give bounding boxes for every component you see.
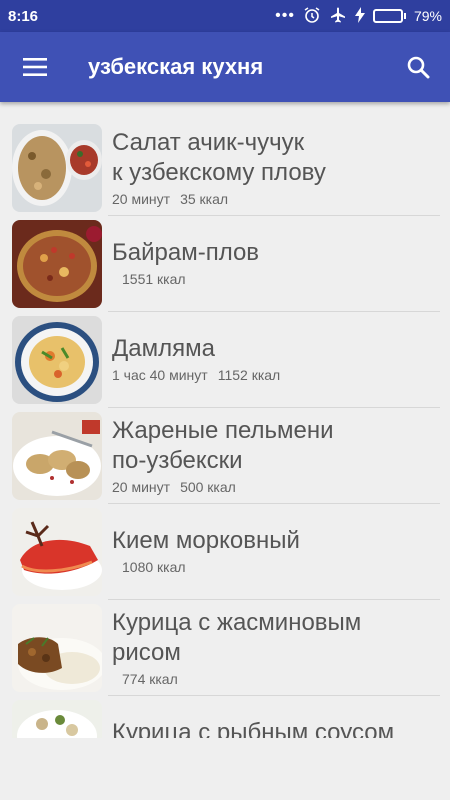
recipe-kcal: 1152 ккал	[217, 367, 281, 383]
recipe-thumbnail	[12, 604, 102, 692]
recipe-item-damlyama[interactable]: Дамляма 1 час 40 минут 1152 ккал	[0, 312, 450, 408]
app-bar: узбекская кухня	[0, 32, 450, 102]
recipe-meta: 1551 ккал	[112, 271, 440, 287]
battery-percent: 79%	[413, 8, 442, 24]
recipe-title-line2: по-узбекски	[112, 447, 243, 474]
recipe-thumbnail	[12, 700, 102, 738]
recipe-list[interactable]: Салат ачик-чучук к узбекскому плову 20 м…	[0, 120, 450, 738]
recipe-time: 1 час 40 минут	[112, 367, 208, 383]
recipe-meta: 20 минут 500 ккал	[112, 479, 440, 495]
status-time: 8:16	[8, 7, 39, 25]
recipe-time: 20 минут	[112, 191, 171, 207]
status-bar: 8:16 ••• 79%	[0, 0, 450, 32]
recipe-meta: 774 ккал	[112, 671, 440, 687]
recipe-title-line2: к узбекскому плову	[112, 159, 326, 186]
notification-dots: •••	[275, 7, 295, 24]
recipe-title-line2: рисом	[112, 639, 181, 666]
hamburger-menu-icon	[23, 58, 47, 76]
recipe-kcal: 500 ккал	[180, 479, 236, 495]
recipe-kcal: 1551 ккал	[122, 271, 186, 287]
airplane-mode-icon	[329, 6, 347, 27]
recipe-item-chicken-jasmine-rice[interactable]: Курица с жасминовым рисом 774 ккал	[0, 600, 450, 696]
recipe-title: Дамляма	[112, 335, 215, 362]
battery-icon	[372, 9, 406, 23]
recipe-item-chicken-fish-sauce[interactable]: Курица с рыбным соусом	[0, 696, 450, 738]
recipe-title: Курица с жасминовым	[112, 609, 362, 636]
recipe-title: Салат ачик-чучук	[112, 129, 305, 156]
status-icons: ••• 79%	[275, 6, 442, 27]
search-button[interactable]	[386, 32, 450, 102]
recipe-kcal: 1080 ккал	[122, 559, 186, 575]
recipe-item-salad-achik-chuchuk[interactable]: Салат ачик-чучук к узбекскому плову 20 м…	[0, 120, 450, 216]
recipe-title: Курица с рыбным соусом	[112, 719, 395, 738]
recipe-item-bayram-plov[interactable]: Байрам-плов 1551 ккал	[0, 216, 450, 312]
recipe-thumbnail	[12, 508, 102, 596]
recipe-item-fried-dumplings[interactable]: Жареные пельмени по-узбекски 20 минут 500…	[0, 408, 450, 504]
recipe-thumbnail	[12, 124, 102, 212]
recipe-kcal: 35 ккал	[180, 191, 229, 207]
recipe-meta: 1080 ккал	[112, 559, 440, 575]
page-title: узбекская кухня	[88, 54, 264, 79]
menu-button[interactable]	[0, 32, 70, 102]
alarm-clock-icon	[303, 6, 321, 27]
recipe-thumbnail	[12, 412, 102, 500]
recipe-title: Байрам-плов	[112, 239, 260, 266]
recipe-title: Жареные пельмени	[112, 417, 334, 444]
recipe-meta: 20 минут 35 ккал	[112, 191, 440, 207]
recipe-time: 20 минут	[112, 479, 171, 495]
recipe-meta: 1 час 40 минут 1152 ккал	[112, 367, 440, 383]
charging-icon	[354, 6, 365, 26]
recipe-item-kiem-carrot[interactable]: Кием морковный 1080 ккал	[0, 504, 450, 600]
recipe-thumbnail	[12, 316, 102, 404]
search-icon	[407, 56, 430, 79]
recipe-kcal: 774 ккал	[122, 671, 178, 687]
recipe-thumbnail	[12, 220, 102, 308]
recipe-title: Кием морковный	[112, 527, 300, 554]
